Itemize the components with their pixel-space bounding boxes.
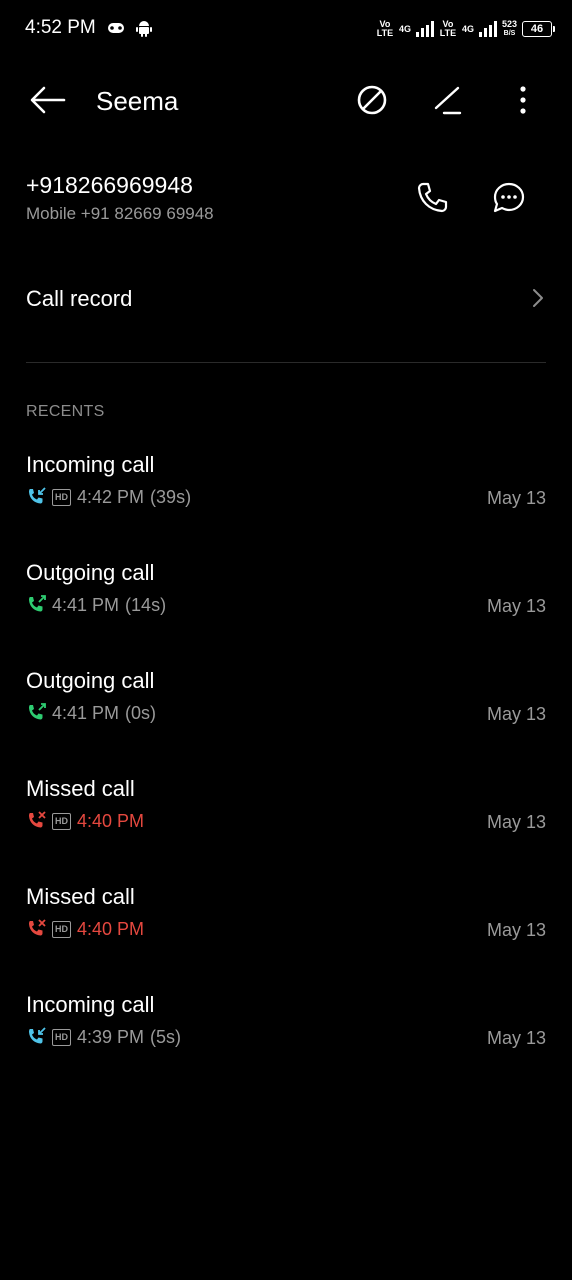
volte-badge: Vo LTE: [376, 19, 394, 38]
status-time: 4:52 PM: [25, 17, 96, 38]
call-duration: (0s): [125, 702, 157, 723]
call-date: May 13: [486, 812, 546, 832]
battery-icon: 46: [522, 21, 555, 37]
app-bar: Seema: [0, 70, 572, 130]
call-log-item[interactable]: Outgoing call 4:41 PM (0s) May 13: [0, 668, 572, 758]
divider: [26, 362, 546, 363]
call-time: 4:41 PM: [52, 702, 120, 723]
network-speed: 523 B/S: [502, 20, 517, 38]
volte-badge: Vo LTE: [439, 19, 457, 38]
call-details: 4:41 PM (14s): [26, 594, 166, 616]
contact-number-detail: Mobile +91 82669 69948: [26, 204, 214, 223]
call-time: 4:42 PM: [77, 486, 145, 507]
signal-icon: [415, 21, 434, 37]
call-type-label: Missed call: [26, 776, 135, 801]
more-vert-icon[interactable]: [505, 82, 541, 118]
status-bar: 4:52 PM Vo LTE 4G Vo LTE 4G 523 B/S 46: [0, 0, 572, 58]
call-type-label: Missed call: [26, 884, 135, 909]
hd-badge: HD: [52, 488, 71, 506]
call-details: HD 4:40 PM: [26, 810, 144, 832]
call-type-label: Incoming call: [26, 452, 155, 477]
missed-call-icon: [29, 919, 46, 936]
call-log-item[interactable]: Missed call HD 4:40 PM May 13: [0, 776, 572, 866]
call-date: May 13: [486, 488, 546, 508]
call-log-item[interactable]: Incoming call HD 4:39 PM (5s) May 13: [0, 992, 572, 1082]
hd-badge: HD: [52, 1028, 71, 1046]
game-controller-icon: [108, 23, 124, 33]
edit-icon[interactable]: [430, 82, 466, 118]
call-record-label: Call record: [26, 286, 133, 311]
back-arrow-icon[interactable]: [28, 84, 68, 116]
call-type-label: Incoming call: [26, 992, 155, 1017]
call-record-row[interactable]: Call record: [0, 262, 572, 334]
page-title: Seema: [96, 86, 179, 116]
call-date: May 13: [486, 704, 546, 724]
incoming-call-icon: [29, 487, 46, 504]
call-type-label: Outgoing call: [26, 668, 155, 693]
call-date: May 13: [486, 920, 546, 940]
network-type: 4G: [461, 23, 474, 34]
call-details: HD 4:42 PM (39s): [26, 486, 191, 508]
call-log-item[interactable]: Incoming call HD 4:42 PM (39s) May 13: [0, 452, 572, 542]
call-duration: (39s): [150, 486, 192, 507]
call-details: HD 4:40 PM: [26, 918, 144, 940]
call-details: 4:41 PM (0s): [26, 702, 156, 724]
outgoing-call-icon: [29, 595, 46, 612]
call-time: 4:40 PM: [77, 810, 145, 831]
call-type-label: Outgoing call: [26, 560, 155, 585]
android-icon: [136, 21, 152, 37]
message-icon[interactable]: [490, 180, 528, 216]
block-icon[interactable]: [354, 82, 390, 118]
status-indicators: Vo LTE 4G Vo LTE 4G 523 B/S 46: [376, 16, 555, 42]
speed-unit: B/S: [503, 30, 516, 37]
signal-icon: [478, 21, 497, 37]
network-type: 4G: [398, 23, 411, 34]
hd-badge: HD: [52, 812, 71, 830]
hd-badge: HD: [52, 920, 71, 938]
call-duration: (5s): [150, 1026, 182, 1047]
chevron-right-icon: [533, 289, 543, 307]
contact-number: +918266969948: [26, 172, 193, 198]
call-date: May 13: [486, 1028, 546, 1048]
call-time: 4:41 PM: [52, 594, 120, 615]
call-time: 4:40 PM: [77, 918, 145, 939]
incoming-call-icon: [29, 1027, 46, 1044]
outgoing-call-icon: [29, 703, 46, 720]
phone-icon[interactable]: [414, 180, 450, 216]
missed-call-icon: [29, 811, 46, 828]
call-log-item[interactable]: Missed call HD 4:40 PM May 13: [0, 884, 572, 974]
call-log-item[interactable]: Outgoing call 4:41 PM (14s) May 13: [0, 560, 572, 650]
recents-header: RECENTS: [26, 403, 105, 420]
speed-value: 523: [501, 19, 517, 29]
call-duration: (14s): [125, 594, 167, 615]
call-date: May 13: [486, 596, 546, 616]
call-time: 4:39 PM: [77, 1026, 145, 1047]
call-details: HD 4:39 PM (5s): [26, 1026, 181, 1048]
